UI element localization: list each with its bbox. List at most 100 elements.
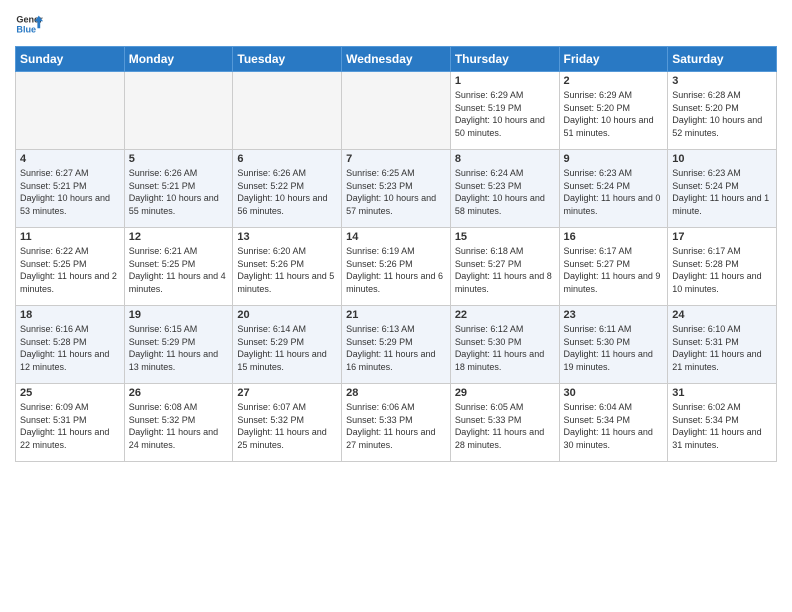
calendar-cell — [233, 72, 342, 150]
calendar-cell: 31 Sunrise: 6:02 AMSunset: 5:34 PMDayligh… — [668, 384, 777, 462]
day-info: Sunrise: 6:18 AMSunset: 5:27 PMDaylight:… — [455, 245, 555, 295]
col-header-thursday: Thursday — [450, 47, 559, 72]
day-number: 8 — [455, 153, 555, 165]
day-info: Sunrise: 6:10 AMSunset: 5:31 PMDaylight:… — [672, 323, 772, 373]
calendar-cell: 24 Sunrise: 6:10 AMSunset: 5:31 PMDayligh… — [668, 306, 777, 384]
calendar-cell: 1 Sunrise: 6:29 AMSunset: 5:19 PMDaylight… — [450, 72, 559, 150]
day-info: Sunrise: 6:05 AMSunset: 5:33 PMDaylight:… — [455, 401, 555, 451]
calendar-cell: 3Sunrise: 6:28 AMSunset: 5:20 PMDaylight… — [668, 72, 777, 150]
calendar-cell: 19Sunrise: 6:15 AMSunset: 5:29 PMDayligh… — [124, 306, 233, 384]
header: General Blue — [15, 10, 777, 38]
day-info: Sunrise: 6:24 AMSunset: 5:23 PMDaylight:… — [455, 167, 555, 217]
calendar-cell: 15 Sunrise: 6:18 AMSunset: 5:27 PMDayligh… — [450, 228, 559, 306]
calendar-week-4: 18 Sunrise: 6:16 AMSunset: 5:28 PMDayligh… — [16, 306, 777, 384]
day-number: 26 — [129, 387, 229, 399]
day-info: Sunrise: 6:29 AMSunset: 5:19 PMDaylight:… — [455, 89, 555, 139]
calendar-cell: 27 Sunrise: 6:07 AMSunset: 5:32 PMDayligh… — [233, 384, 342, 462]
day-info: Sunrise: 6:11 AMSunset: 5:30 PMDaylight:… — [564, 323, 664, 373]
day-number: 28 — [346, 387, 446, 399]
day-info: Sunrise: 6:17 AMSunset: 5:28 PMDaylight:… — [672, 245, 772, 295]
day-info: Sunrise: 6:19 AMSunset: 5:26 PMDaylight:… — [346, 245, 446, 295]
calendar-week-1: 1 Sunrise: 6:29 AMSunset: 5:19 PMDaylight… — [16, 72, 777, 150]
calendar-cell: 26 Sunrise: 6:08 AMSunset: 5:32 PMDayligh… — [124, 384, 233, 462]
calendar-cell — [342, 72, 451, 150]
calendar-cell: 13 Sunrise: 6:20 AMSunset: 5:26 PMDayligh… — [233, 228, 342, 306]
col-header-sunday: Sunday — [16, 47, 125, 72]
calendar-week-2: 4Sunrise: 6:27 AMSunset: 5:21 PMDaylight… — [16, 150, 777, 228]
calendar-header-row: SundayMondayTuesdayWednesdayThursdayFrid… — [16, 47, 777, 72]
calendar-cell: 17 Sunrise: 6:17 AMSunset: 5:28 PMDayligh… — [668, 228, 777, 306]
calendar-cell: 2Sunrise: 6:29 AMSunset: 5:20 PMDaylight… — [559, 72, 668, 150]
day-info: Sunrise: 6:12 AMSunset: 5:30 PMDaylight:… — [455, 323, 555, 373]
calendar-cell: 29 Sunrise: 6:05 AMSunset: 5:33 PMDayligh… — [450, 384, 559, 462]
calendar-cell: 10 Sunrise: 6:23 AMSunset: 5:24 PMDayligh… — [668, 150, 777, 228]
calendar-cell: 12 Sunrise: 6:21 AMSunset: 5:25 PMDayligh… — [124, 228, 233, 306]
calendar-cell: 7Sunrise: 6:25 AMSunset: 5:23 PMDaylight… — [342, 150, 451, 228]
day-number: 11 — [20, 231, 120, 243]
day-info: Sunrise: 6:20 AMSunset: 5:26 PMDaylight:… — [237, 245, 337, 295]
calendar-cell: 20 Sunrise: 6:14 AMSunset: 5:29 PMDayligh… — [233, 306, 342, 384]
day-number: 23 — [564, 309, 664, 321]
calendar-cell: 5 Sunrise: 6:26 AMSunset: 5:21 PMDaylight… — [124, 150, 233, 228]
calendar-cell: 9Sunrise: 6:23 AMSunset: 5:24 PMDaylight… — [559, 150, 668, 228]
calendar-cell: 14 Sunrise: 6:19 AMSunset: 5:26 PMDayligh… — [342, 228, 451, 306]
day-info: Sunrise: 6:08 AMSunset: 5:32 PMDaylight:… — [129, 401, 229, 451]
logo-icon: General Blue — [15, 10, 43, 38]
day-number: 10 — [672, 153, 772, 165]
day-number: 31 — [672, 387, 772, 399]
day-number: 27 — [237, 387, 337, 399]
day-info: Sunrise: 6:02 AMSunset: 5:34 PMDaylight:… — [672, 401, 772, 451]
col-header-tuesday: Tuesday — [233, 47, 342, 72]
day-number: 2 — [564, 75, 664, 87]
day-info: Sunrise: 6:21 AMSunset: 5:25 PMDaylight:… — [129, 245, 229, 295]
day-info: Sunrise: 6:23 AMSunset: 5:24 PMDaylight:… — [672, 167, 772, 217]
day-number: 19 — [129, 309, 229, 321]
calendar-cell: 8 Sunrise: 6:24 AMSunset: 5:23 PMDaylight… — [450, 150, 559, 228]
calendar-cell: 23 Sunrise: 6:11 AMSunset: 5:30 PMDayligh… — [559, 306, 668, 384]
page: General Blue SundayMondayTuesdayWednesda… — [0, 0, 792, 612]
calendar-cell — [16, 72, 125, 150]
day-info: Sunrise: 6:26 AMSunset: 5:21 PMDaylight:… — [129, 167, 229, 217]
day-number: 12 — [129, 231, 229, 243]
day-number: 24 — [672, 309, 772, 321]
day-number: 3 — [672, 75, 772, 87]
day-number: 13 — [237, 231, 337, 243]
calendar-cell: 22Sunrise: 6:12 AMSunset: 5:30 PMDayligh… — [450, 306, 559, 384]
day-info: Sunrise: 6:13 AMSunset: 5:29 PMDaylight:… — [346, 323, 446, 373]
day-number: 25 — [20, 387, 120, 399]
day-number: 18 — [20, 309, 120, 321]
calendar-cell: 21 Sunrise: 6:13 AMSunset: 5:29 PMDayligh… — [342, 306, 451, 384]
col-header-friday: Friday — [559, 47, 668, 72]
calendar-week-3: 11 Sunrise: 6:22 AMSunset: 5:25 PMDayligh… — [16, 228, 777, 306]
day-info: Sunrise: 6:22 AMSunset: 5:25 PMDaylight:… — [20, 245, 120, 295]
calendar-cell: 4Sunrise: 6:27 AMSunset: 5:21 PMDaylight… — [16, 150, 125, 228]
day-number: 5 — [129, 153, 229, 165]
day-info: Sunrise: 6:06 AMSunset: 5:33 PMDaylight:… — [346, 401, 446, 451]
day-number: 1 — [455, 75, 555, 87]
day-info: Sunrise: 6:17 AMSunset: 5:27 PMDaylight:… — [564, 245, 664, 295]
day-info: Sunrise: 6:26 AMSunset: 5:22 PMDaylight:… — [237, 167, 337, 217]
day-number: 17 — [672, 231, 772, 243]
calendar-cell: 11 Sunrise: 6:22 AMSunset: 5:25 PMDayligh… — [16, 228, 125, 306]
day-info: Sunrise: 6:09 AMSunset: 5:31 PMDaylight:… — [20, 401, 120, 451]
day-number: 15 — [455, 231, 555, 243]
col-header-wednesday: Wednesday — [342, 47, 451, 72]
calendar-cell: 18 Sunrise: 6:16 AMSunset: 5:28 PMDayligh… — [16, 306, 125, 384]
day-number: 7 — [346, 153, 446, 165]
day-number: 21 — [346, 309, 446, 321]
calendar-cell: 16 Sunrise: 6:17 AMSunset: 5:27 PMDayligh… — [559, 228, 668, 306]
calendar-cell: 25 Sunrise: 6:09 AMSunset: 5:31 PMDayligh… — [16, 384, 125, 462]
day-info: Sunrise: 6:16 AMSunset: 5:28 PMDaylight:… — [20, 323, 120, 373]
svg-text:Blue: Blue — [16, 24, 36, 34]
col-header-monday: Monday — [124, 47, 233, 72]
day-number: 14 — [346, 231, 446, 243]
calendar-cell: 30Sunrise: 6:04 AMSunset: 5:34 PMDayligh… — [559, 384, 668, 462]
day-info: Sunrise: 6:07 AMSunset: 5:32 PMDaylight:… — [237, 401, 337, 451]
calendar-cell — [124, 72, 233, 150]
day-number: 20 — [237, 309, 337, 321]
calendar-cell: 28 Sunrise: 6:06 AMSunset: 5:33 PMDayligh… — [342, 384, 451, 462]
day-info: Sunrise: 6:14 AMSunset: 5:29 PMDaylight:… — [237, 323, 337, 373]
day-number: 4 — [20, 153, 120, 165]
day-number: 16 — [564, 231, 664, 243]
day-number: 29 — [455, 387, 555, 399]
